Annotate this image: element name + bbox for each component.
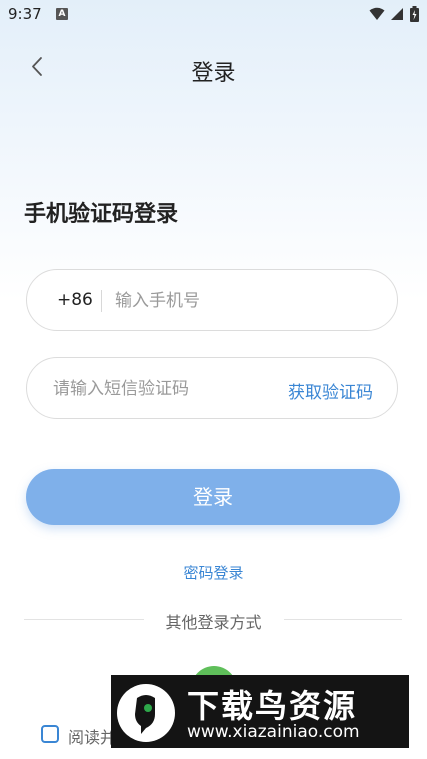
watermark-title: 下载鸟资源 [187,687,358,725]
phone-input[interactable] [113,285,377,317]
page-title: 登录 [191,61,236,86]
watermark-banner: 下载鸟资源 www.xiazainiao.com [111,675,409,748]
agreement-checkbox[interactable] [41,725,59,743]
agreement-text: 阅读并 [68,728,117,747]
divider-right [284,619,402,620]
login-button[interactable]: 登录 [26,469,400,525]
battery-icon [410,6,419,22]
phone-divider [101,290,102,312]
password-login-link[interactable]: 密码登录 [0,562,427,583]
status-icons [369,6,419,22]
country-code-selector[interactable]: +86 [57,290,93,310]
sms-code-input[interactable] [51,373,255,405]
watermark-logo-icon [117,684,175,742]
notification-a-icon: A [56,8,68,20]
status-bar: 9:37 A [0,0,427,30]
login-heading: 手机验证码登录 [24,202,179,227]
other-methods-label: 其他登录方式 [165,613,262,632]
sms-code-field: 获取验证码 [26,357,398,419]
watermark-url: www.xiazainiao.com [187,722,360,742]
status-time: 9:37 [8,5,42,23]
get-code-button[interactable]: 获取验证码 [288,378,373,403]
wifi-icon [369,7,385,20]
phone-field: +86 [26,269,398,331]
signal-icon [391,8,403,20]
